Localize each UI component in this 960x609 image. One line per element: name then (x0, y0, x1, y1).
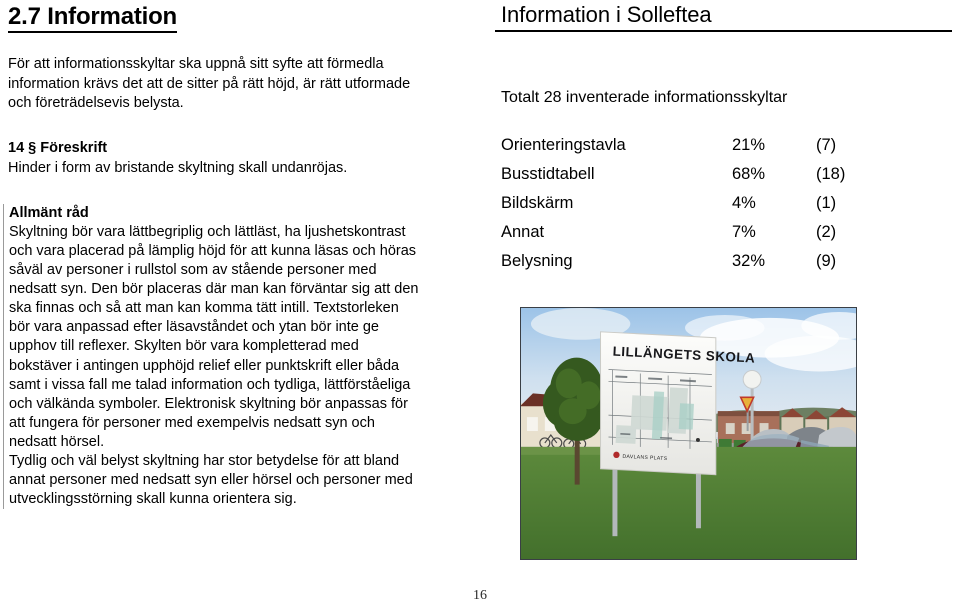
title-divider (495, 30, 952, 33)
statistic-count: (1) (816, 194, 837, 213)
statistic-row: Annat 7% (2) (501, 223, 921, 252)
statistic-row: Orienteringstavla 21% (7) (501, 136, 921, 165)
foreskrift-body: Hinder i form av bristande skyltning ska… (8, 159, 348, 176)
statistic-row: Belysning 32% (9) (501, 252, 921, 281)
statistic-label: Busstidtabell (501, 165, 595, 184)
statistic-count: (2) (816, 223, 837, 242)
total-count-line: Totalt 28 inventerade informationsskylta… (501, 89, 788, 107)
page-number: 16 (473, 588, 487, 603)
statistic-percent: 21% (732, 136, 766, 155)
statistic-row: Bildskärm 4% (1) (501, 194, 921, 223)
foreskrift-heading: 14 § Föreskrift (8, 140, 108, 157)
allmant-rad-block: Allmänt råd Skyltning bör vara lättbegri… (3, 203, 421, 510)
section-heading: 2.7 Information (8, 3, 177, 34)
photo-illustration: LILLÄNGETS SKOLA DAVLANS PLATS (521, 308, 856, 559)
intro-paragraph: För att informationsskyltar ska uppnå si… (8, 56, 411, 111)
slide-title: Information i Solleftea (501, 2, 712, 27)
statistic-label: Annat (501, 223, 545, 242)
statistic-percent: 4% (732, 194, 756, 213)
statistic-label: Bildskärm (501, 194, 574, 213)
statistic-percent: 68% (732, 165, 766, 184)
statistic-label: Belysning (501, 252, 573, 271)
allmant-rad-body: Skyltning bör vara lättbegriplig och lät… (9, 224, 419, 507)
statistic-count: (7) (816, 136, 837, 155)
document-page: 2.7 Information För att informationsskyl… (0, 0, 960, 609)
left-column: 2.7 Information För att informationsskyl… (3, 0, 448, 609)
statistics-list: Orienteringstavla 21% (7) Busstidtabell 68% (… (501, 136, 921, 281)
statistic-count: (18) (816, 165, 846, 184)
statistic-percent: 32% (732, 252, 766, 271)
statistic-count: (9) (816, 252, 837, 271)
allmant-rad-heading: Allmänt råd (9, 204, 89, 221)
statistic-percent: 7% (732, 223, 756, 242)
foreskrift-block: 14 § Föreskrift Hinder i form av bristan… (8, 139, 420, 178)
photo-information-sign: LILLÄNGETS SKOLA DAVLANS PLATS (520, 307, 857, 560)
statistic-label: Orienteringstavla (501, 136, 626, 155)
statistic-row: Busstidtabell 68% (18) (501, 165, 921, 194)
